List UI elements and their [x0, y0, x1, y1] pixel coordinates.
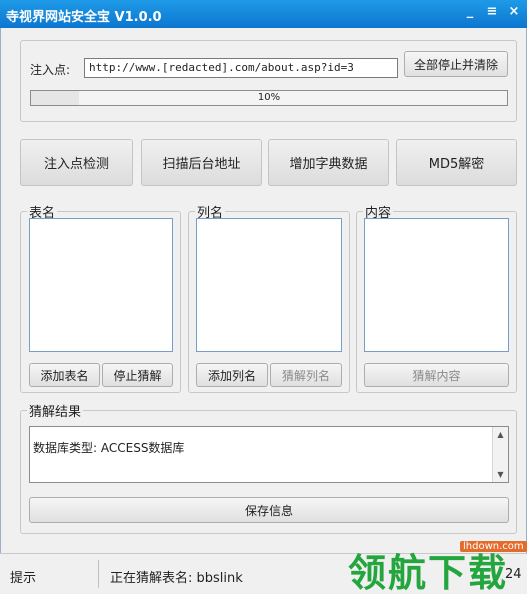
injection-url-input[interactable]: http://www.[redacted].com/about.asp?id=3 [84, 58, 398, 78]
title-bar: 寺视界网站安全宝 V1.0.0 _ ≡ × [0, 0, 527, 28]
window-title: 寺视界网站安全宝 V1.0.0 [6, 10, 162, 25]
result-legend: 猜解结果 [29, 405, 82, 420]
progress-text: 10% [257, 92, 281, 103]
scan-admin-button[interactable]: 扫描后台地址 [141, 139, 262, 186]
result-textarea[interactable]: 数据库类型: ACCESS数据库 ▲ ▼ [29, 426, 509, 483]
guess-columns-button[interactable]: 猜解列名 [270, 363, 342, 387]
stop-clear-button[interactable]: 全部停止并清除 [404, 51, 508, 77]
save-info-button[interactable]: 保存信息 [29, 497, 509, 523]
guess-content-button[interactable]: 猜解内容 [364, 363, 509, 387]
status-hint: 提示 [10, 571, 37, 586]
content-list[interactable] [364, 218, 509, 352]
status-separator [98, 560, 99, 588]
result-scrollbar[interactable]: ▲ ▼ [492, 427, 508, 482]
stop-guess-button[interactable]: 停止猜解 [102, 363, 173, 387]
close-button[interactable]: × [507, 4, 521, 19]
result-text: 数据库类型: ACCESS数据库 [33, 441, 185, 455]
add-dictionary-button[interactable]: 增加字典数据 [268, 139, 389, 186]
watermark-logo: 领航下载 lhdown.com [340, 532, 527, 594]
tables-list[interactable] [29, 218, 173, 352]
columns-list[interactable] [196, 218, 342, 352]
minimize-button[interactable]: _ [463, 4, 477, 19]
add-table-button[interactable]: 添加表名 [29, 363, 100, 387]
detect-injection-button[interactable]: 注入点检测 [20, 139, 133, 186]
scroll-up-icon[interactable]: ▲ [493, 427, 508, 442]
md5-decrypt-button[interactable]: MD5解密 [396, 139, 517, 186]
menu-button[interactable]: ≡ [485, 4, 499, 19]
injection-label: 注入点: [30, 63, 71, 77]
progress-bar: 10% [30, 90, 508, 106]
watermark-url: lhdown.com [460, 541, 527, 552]
scroll-down-icon[interactable]: ▼ [493, 467, 508, 482]
add-column-button[interactable]: 添加列名 [196, 363, 268, 387]
status-message: 正在猜解表名: bbslink [110, 571, 243, 586]
